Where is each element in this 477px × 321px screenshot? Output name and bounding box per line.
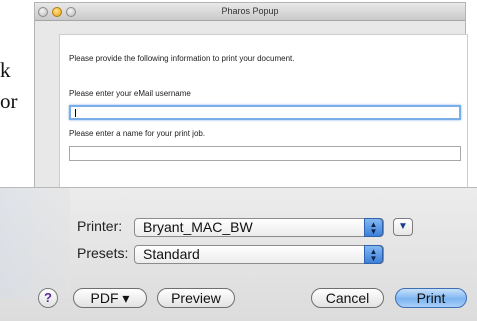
help-button[interactable]: ? [38, 288, 58, 308]
printer-label: Printer: [77, 218, 123, 234]
sheet-background-sidebar [0, 188, 70, 298]
presets-select-value: Standard [143, 246, 200, 262]
print-button[interactable]: Print [395, 288, 467, 308]
printer-select[interactable]: Bryant_MAC_BW ▲ ▼ [134, 218, 384, 237]
pharos-popup-window: Pharos Popup Please provide the followin… [34, 2, 468, 217]
presets-select[interactable]: Standard ▲ ▼ [134, 245, 384, 264]
background-text-line1: k [0, 58, 11, 82]
email-username-field[interactable] [69, 105, 461, 120]
popup-title: Pharos Popup [221, 6, 279, 16]
expand-dialog-disclosure-button[interactable]: ▼ [393, 218, 413, 236]
presets-updown-arrows-icon: ▲ ▼ [364, 245, 383, 264]
chevron-down-icon: ▼ [398, 221, 408, 232]
intro-text: Please provide the following information… [69, 54, 295, 63]
cancel-button[interactable]: Cancel [311, 288, 384, 308]
text-caret [75, 109, 76, 117]
popup-titlebar[interactable]: Pharos Popup [35, 3, 465, 21]
background-text-line2: or [0, 89, 18, 113]
pdf-menu-button[interactable]: PDF ▾ [73, 288, 147, 308]
jobname-label: Please enter a name for your print job. [69, 129, 206, 138]
printer-select-value: Bryant_MAC_BW [143, 219, 253, 235]
printer-updown-arrows-icon: ▲ ▼ [364, 218, 383, 237]
presets-label: Presets: [77, 245, 129, 261]
email-label: Please enter your eMail username [69, 89, 191, 98]
preview-button[interactable]: Preview [157, 288, 235, 308]
print-job-name-field[interactable] [69, 146, 461, 161]
